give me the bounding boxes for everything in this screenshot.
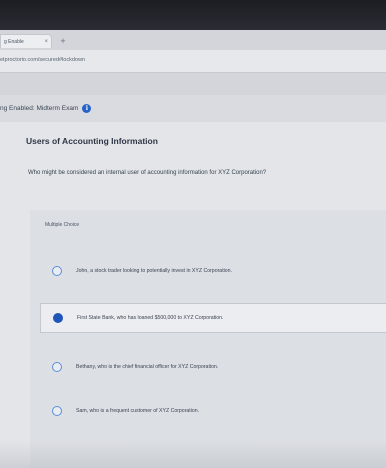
answer-option[interactable]: Bethany, who is the chief financial offi… [40, 352, 386, 382]
screen-bezel [0, 0, 386, 30]
option-label: John, a stock trader looking to potentia… [76, 268, 232, 274]
question-type-label: Multiple Choice [45, 222, 80, 228]
answer-option[interactable]: John, a stock trader looking to potentia… [40, 256, 386, 286]
url-text: etproctorio.com/secured#lockdown [0, 57, 85, 63]
option-label: Sam, who is a frequent customer of XYZ C… [76, 408, 200, 414]
radio-button-checked[interactable] [53, 313, 63, 323]
screen-glare [0, 440, 386, 468]
question-text: Who might be considered an internal user… [28, 170, 267, 176]
section-title: Users of Accounting Information [26, 136, 158, 146]
info-icon[interactable]: i [82, 104, 92, 113]
option-label: First State Bank, who has loaned $500,00… [77, 315, 224, 321]
answer-option-selected[interactable]: First State Bank, who has loaned $500,00… [40, 303, 386, 333]
exam-title: ng Enabled: Midterm Exam i [0, 104, 92, 113]
browser-tab[interactable]: g Enable × [0, 34, 52, 48]
address-bar[interactable]: etproctorio.com/secured#lockdown [0, 50, 386, 73]
radio-button[interactable] [52, 362, 62, 372]
answer-option[interactable]: Sam, who is a frequent customer of XYZ C… [40, 396, 386, 426]
new-tab-button[interactable]: + [58, 34, 68, 48]
exam-title-text: ng Enabled: Midterm Exam [0, 105, 79, 112]
radio-button[interactable] [52, 406, 62, 416]
radio-button[interactable] [52, 266, 62, 276]
answer-card [30, 210, 386, 468]
close-icon[interactable]: × [44, 39, 51, 45]
option-label: Bethany, who is the chief financial offi… [76, 364, 219, 370]
tab-label: g Enable [4, 38, 24, 45]
